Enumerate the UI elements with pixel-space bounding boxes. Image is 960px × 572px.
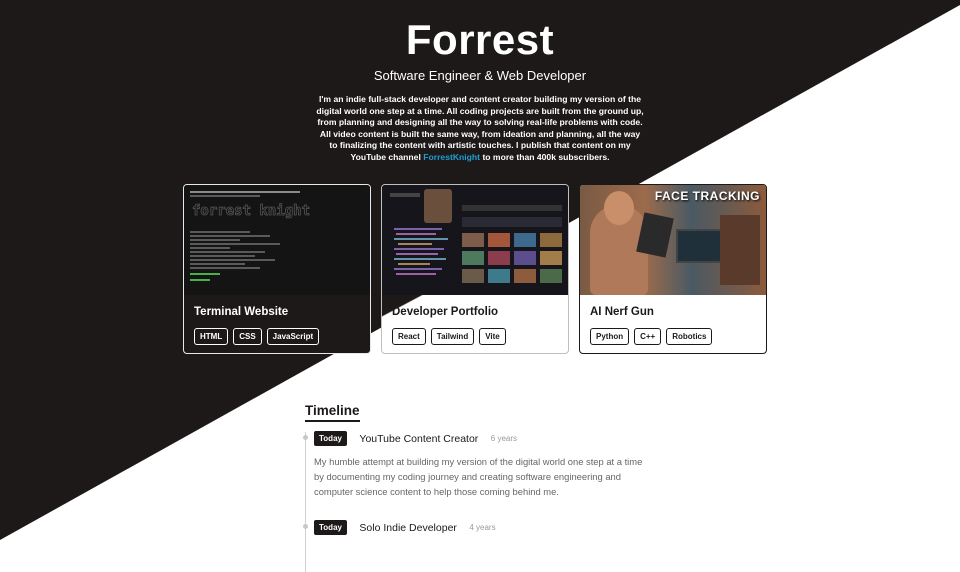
developer-portfolio-thumbnail [382,185,568,295]
project-tags: HTML CSS JavaScript [194,328,320,345]
timeline-years: 4 years [469,523,496,533]
project-card-developer-portfolio[interactable]: Developer Portfolio React Tailwind Vite [381,184,569,354]
timeline-line [305,432,306,572]
thumbnail-overlay-text: FACE TRACKING [654,189,760,203]
tag-robotics: Robotics [666,328,713,345]
timeline-item: Today Solo Indie Developer 4 years [303,519,496,537]
youtube-channel-link[interactable]: ForrestKnight [423,152,480,162]
timeline-section: Timeline Today YouTube Content Creator 6… [303,402,655,572]
project-title: Developer Portfolio [392,306,499,318]
tag-react: React [392,328,426,345]
project-tags: Python C++ Robotics [590,328,713,345]
monitor-image [676,229,724,263]
tag-vite: Vite [479,328,506,345]
ai-nerf-gun-thumbnail: FACE TRACKING [580,185,766,295]
timeline-years: 6 years [490,434,517,444]
timeline-description: My humble attempt at building my version… [314,456,643,497]
svg-text:forrest knight: forrest knight [192,203,310,219]
hero-name: Forrest [405,16,555,63]
timeline-dot [303,524,308,529]
timeline-item: Today YouTube Content Creator 6 years My… [303,430,644,499]
tag-tailwind: Tailwind [430,328,475,345]
project-title: Terminal Website [194,306,289,318]
hero-bio: I'm an indie full-stack developer and co… [315,94,645,164]
timeline-badge: Today [314,520,347,536]
profile-photo [424,189,452,223]
ascii-art-logo: forrest knight [192,203,310,220]
project-card-ai-nerf-gun[interactable]: FACE TRACKING AI Nerf Gun Python C++ Rob… [579,184,767,354]
tag-javascript: JavaScript [266,328,320,345]
hero-subtitle: Software Engineer & Web Developer [373,68,587,83]
code-pattern [394,228,448,275]
timeline-title: YouTube Content Creator [359,432,479,445]
project-title: AI Nerf Gun [590,306,654,318]
bio-tail: to more than 400k subscribers. [482,151,610,162]
timeline-dot [303,435,308,440]
tag-html: HTML [194,328,229,345]
terminal-website-thumbnail: forrest knight [184,185,370,295]
timeline-heading: Timeline [305,403,360,422]
hero-section: Forrest Software Engineer & Web Develope… [0,0,960,164]
timeline-title: Solo Indie Developer [359,521,457,534]
project-tags: React Tailwind Vite [392,328,506,345]
timeline-badge: Today [314,431,347,447]
project-card-terminal-website[interactable]: forrest knight Terminal Website HTML CSS… [183,184,371,354]
tag-python: Python [590,328,630,345]
tag-css: CSS [233,328,262,345]
tag-cpp: C++ [634,328,662,345]
